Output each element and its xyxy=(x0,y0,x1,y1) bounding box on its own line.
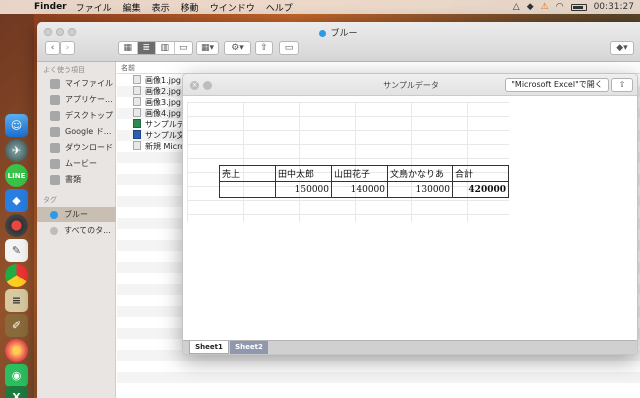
launchpad-dock-icon[interactable]: ✈ xyxy=(5,139,28,162)
dock: ☺ ✈ LINE ◆ ✎ ≡ ✐ ◉ X xyxy=(0,14,34,398)
menu-file[interactable]: ファイル xyxy=(76,1,112,14)
open-with-excel-button[interactable]: "Microsoft Excel"で開く xyxy=(505,78,609,92)
favorites-header: よく使う項目 xyxy=(43,66,85,74)
tags-header: タグ xyxy=(43,196,57,204)
icon-view-button[interactable]: ▦ xyxy=(119,42,138,54)
sidebar-item-my-files[interactable]: マイファイル xyxy=(37,76,116,91)
evernote-dock-icon[interactable]: ◉ xyxy=(5,364,28,387)
document-file-icon xyxy=(133,141,141,150)
google-drive-status-icon[interactable]: △ xyxy=(513,2,520,12)
quicklook-titlebar: × サンプルデータ "Microsoft Excel"で開く ⇧ xyxy=(183,74,637,96)
google-drive-icon xyxy=(50,126,60,137)
share-button[interactable]: ⇧ xyxy=(255,41,273,55)
movies-icon xyxy=(50,158,60,169)
battery-icon[interactable] xyxy=(570,3,587,11)
textedit-dock-icon[interactable]: ✎ xyxy=(5,239,28,262)
image-file-icon xyxy=(133,97,141,106)
quicklook-window: × サンプルデータ "Microsoft Excel"で開く ⇧ 売上 田中太郎… xyxy=(182,73,638,355)
dropbox-dock-icon[interactable]: ◆ xyxy=(5,189,28,212)
spreadsheet-preview: 売上 田中太郎 山田花子 文鳥かなりあ 合計 150000 140000 130… xyxy=(183,96,637,340)
menu-help[interactable]: ヘルプ xyxy=(266,1,293,14)
table-row: 売上 田中太郎 山田花子 文鳥かなりあ 合計 xyxy=(219,165,509,182)
forward-button[interactable]: › xyxy=(60,41,75,55)
menu-edit[interactable]: 編集 xyxy=(123,1,141,14)
menu-window[interactable]: ウインドウ xyxy=(210,1,255,14)
finder-toolbar: ブルー ‹ › ▦ ≣ ▥ ▭ ▦▾ ⚙▾ ⇧ ▭ ◆▾ xyxy=(37,22,640,62)
arrange-button[interactable]: ▦▾ xyxy=(196,41,219,55)
table-cell: 140000 xyxy=(331,181,388,198)
sheet-gridlines xyxy=(187,102,509,222)
clock[interactable]: 00:31:27 xyxy=(594,2,634,12)
menu-bar: Finder ファイル 編集 表示 移動 ウインドウ ヘルプ △ ◆ ⚠ ◠ 0… xyxy=(0,0,640,14)
line-dock-icon[interactable]: LINE xyxy=(5,164,28,187)
applications-icon xyxy=(50,94,60,105)
tag-button[interactable]: ▭ xyxy=(279,41,299,55)
table-cell: 150000 xyxy=(275,181,332,198)
notes-dock-icon[interactable]: ≡ xyxy=(5,289,28,312)
excel-file-icon xyxy=(133,119,141,128)
action-gear-button[interactable]: ⚙▾ xyxy=(224,41,251,55)
safari-dock-icon[interactable] xyxy=(5,214,28,237)
sales-table: 売上 田中太郎 山田花子 文鳥かなりあ 合計 150000 140000 130… xyxy=(219,165,509,198)
table-cell xyxy=(219,181,276,198)
table-header-cell: 合計 xyxy=(452,165,509,182)
my-files-icon xyxy=(50,78,60,89)
chrome-dock-icon[interactable] xyxy=(5,264,28,287)
excel-dock-icon[interactable]: X xyxy=(5,386,28,398)
sheet-tab-bar: Sheet1 Sheet2 xyxy=(183,340,637,354)
tab-sheet1[interactable]: Sheet1 xyxy=(189,341,229,354)
script-editor-dock-icon[interactable]: ✐ xyxy=(5,314,28,337)
table-row: 150000 140000 130000 420000 xyxy=(219,181,509,198)
finder-dock-icon[interactable]: ☺ xyxy=(5,114,28,137)
dropbox-status-icon[interactable]: ◆ xyxy=(527,2,534,12)
table-header-cell: 田中太郎 xyxy=(275,165,332,182)
table-header-cell: 売上 xyxy=(219,165,276,182)
blue-tag-icon xyxy=(319,30,327,37)
blue-tag-dot-icon xyxy=(50,210,58,219)
sidebar-item-movies[interactable]: ムービー xyxy=(37,156,116,171)
wifi-icon[interactable]: ◠ xyxy=(556,2,564,12)
sidebar-item-desktop[interactable]: デスクトップ xyxy=(37,108,116,123)
image-file-icon xyxy=(133,108,141,117)
sidebar-item-documents[interactable]: 書類 xyxy=(37,172,116,187)
dropbox-toolbar-button[interactable]: ◆▾ xyxy=(610,41,634,55)
downloads-icon xyxy=(50,142,60,153)
finder-sidebar: よく使う項目 マイファイル アプリケー... デスクトップ Google ド..… xyxy=(37,62,116,398)
column-view-button[interactable]: ▥ xyxy=(156,42,175,54)
table-total-cell: 420000 xyxy=(452,181,509,198)
image-file-icon xyxy=(133,86,141,95)
sidebar-item-tag-blue[interactable]: ブルー xyxy=(37,207,116,222)
menu-view[interactable]: 表示 xyxy=(152,1,170,14)
menu-go[interactable]: 移動 xyxy=(181,1,199,14)
table-header-cell: 山田花子 xyxy=(331,165,388,182)
back-button[interactable]: ‹ xyxy=(45,41,60,55)
table-header-cell: 文鳥かなりあ xyxy=(387,165,453,182)
sidebar-item-applications[interactable]: アプリケー... xyxy=(37,92,116,107)
sidebar-item-downloads[interactable]: ダウンロード xyxy=(37,140,116,155)
sidebar-item-google-drive[interactable]: Google ド... xyxy=(37,124,116,139)
quicklook-share-button[interactable]: ⇧ xyxy=(611,78,633,92)
status-area: △ ◆ ⚠ ◠ 00:31:27 xyxy=(513,0,634,14)
all-tags-dot-icon xyxy=(50,226,58,235)
warning-status-icon[interactable]: ⚠ xyxy=(541,2,549,12)
window-title: ブルー xyxy=(37,26,640,39)
documents-icon xyxy=(50,174,60,185)
list-view-button[interactable]: ≣ xyxy=(137,42,156,54)
gallery-view-button[interactable]: ▭ xyxy=(175,42,193,54)
view-mode-group: ▦ ≣ ▥ ▭ xyxy=(118,41,193,55)
firefox-dock-icon[interactable] xyxy=(5,339,28,362)
word-file-icon xyxy=(133,130,141,139)
menu-app-name[interactable]: Finder xyxy=(34,2,67,12)
desktop-icon xyxy=(50,110,60,121)
sidebar-item-all-tags[interactable]: すべてのタ... xyxy=(37,223,116,238)
image-file-icon xyxy=(133,75,141,84)
table-cell: 130000 xyxy=(387,181,453,198)
tab-sheet2[interactable]: Sheet2 xyxy=(230,341,268,354)
list-stripe xyxy=(117,372,640,383)
